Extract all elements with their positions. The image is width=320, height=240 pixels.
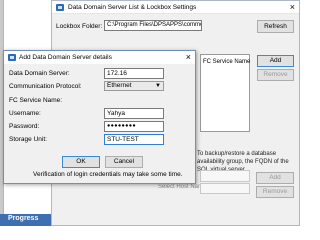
add-server-button[interactable]: Add (257, 55, 294, 67)
remove-host-button[interactable]: Remove (256, 186, 294, 198)
refresh-button[interactable]: Refresh (257, 20, 294, 33)
sql-server-input[interactable] (200, 170, 250, 182)
settings-titlebar: Data Domain Server List & Lockbox Settin… (52, 1, 299, 14)
settings-title: Data Domain Server List & Lockbox Settin… (68, 4, 197, 11)
dialog-close-icon[interactable]: × (186, 52, 191, 62)
remove-server-button[interactable]: Remove (257, 69, 294, 81)
cancel-button[interactable]: Cancel (105, 156, 143, 168)
fc-service-column-header: FC Service Name (203, 59, 251, 65)
server-label: Data Domain Server: (9, 70, 70, 77)
lockbox-folder-input[interactable]: C:\Program Files\DPSAPPS\common\lockbox (104, 20, 202, 31)
add-host-button[interactable]: Add (256, 172, 294, 184)
settings-close-icon[interactable]: × (290, 2, 295, 12)
chevron-down-icon: ▼ (155, 83, 161, 89)
protocol-label: Communication Protocol: (9, 83, 82, 90)
ok-button[interactable]: OK (62, 156, 100, 168)
progress-label: Progress (8, 215, 39, 222)
dialog-app-icon (8, 54, 16, 61)
dialog-title: Add Data Domain Server details (19, 54, 112, 61)
lockbox-folder-label: Lockbox Folder: (56, 23, 103, 30)
server-list[interactable] (200, 54, 250, 132)
protocol-select[interactable]: Ethernet ▼ (104, 81, 164, 91)
dialog-titlebar: Add Data Domain Server details × (4, 51, 195, 64)
username-label: Username: (9, 110, 41, 117)
app-icon (56, 4, 64, 11)
storage-unit-label: Storage Unit: (9, 136, 47, 143)
host-name-select[interactable] (200, 183, 250, 194)
verification-note: Verification of login credentials may ta… (33, 171, 183, 178)
username-input[interactable]: Yahya (104, 108, 164, 119)
server-input[interactable]: 172.16 (104, 68, 164, 79)
protocol-value: Ethernet (107, 82, 132, 89)
password-label: Password: (9, 123, 40, 130)
add-server-dialog: Add Data Domain Server details × Data Do… (3, 50, 196, 184)
fc-service-label: FC Service Name: (9, 97, 63, 104)
password-input[interactable]: ●●●●●●●● (104, 121, 164, 132)
storage-unit-input[interactable]: STU-TEST (104, 134, 164, 145)
